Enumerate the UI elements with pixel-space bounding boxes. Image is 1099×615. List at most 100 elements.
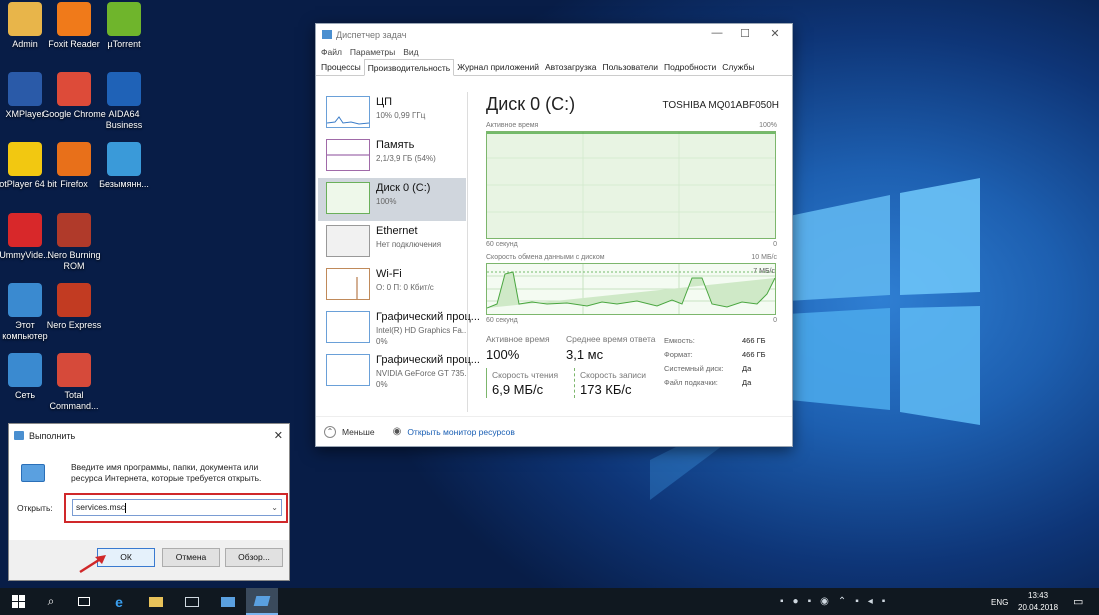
disk-model: TOSHIBA MQ01ABF050H [662,100,779,111]
tm-footer: ⌃ Меньше ◉ Открыть монитор ресурсов [316,416,792,446]
sidebar-item-label: Память [376,139,415,151]
clock-date[interactable]: 20.04.2018 [1018,603,1058,612]
read-speed-marker [486,368,487,398]
sidebar-item-cpu[interactable]: ЦП 10% 0,99 ГГц [318,92,466,135]
task-view-icon [78,597,90,606]
aida64-icon [107,72,141,106]
desktop-icon[interactable]: µTorrent [91,2,157,50]
sidebar-item-label: Wi-Fi [376,268,402,280]
sidebar-item-label: Графический проц... [376,354,480,366]
tab-processes[interactable]: Процессы [318,59,364,75]
transfer-graph-label: Скорость обмена данными с диском [486,254,605,261]
disk-detail-panel: Диск 0 (C:) TOSHIBA MQ01ABF050H Активное… [484,92,779,412]
run-open-label: Открыть: [17,503,53,513]
desktop-icon[interactable]: AIDA64 Business [91,72,157,131]
sidebar-item-label: Диск 0 (C:) [376,182,431,194]
desktop-icon-label: Безымянн... [99,179,149,189]
sidebar-item-ethernet[interactable]: Ethernet Нет подключения [318,221,466,264]
sidebar-item-label: ЦП [376,96,393,108]
tm-title: Диспетчер задач [336,29,407,40]
run-description: Введите имя программы, папки, документа … [71,462,262,483]
sidebar-item-sub: О: 0 П: 0 Кбит/с [376,283,434,292]
sidebar-item-wifi[interactable]: Wi-Fi О: 0 П: 0 Кбит/с [318,264,466,307]
start-button[interactable] [2,588,34,615]
sidebar-item-label: Ethernet [376,225,418,237]
taskbar-app-1[interactable] [176,588,208,615]
prop-format-label: Формат: [664,350,693,359]
desktop-icon-label: AIDA64 Business [105,109,143,130]
active-time-graph-max: 100% [759,122,777,129]
close-button[interactable]: ✕ [760,27,790,40]
prop-capacity-label: Емкость: [664,336,695,345]
taskbar-run[interactable] [246,588,278,615]
desktop-icon[interactable]: Total Command... [41,353,107,412]
sidebar-item-disk[interactable]: Диск 0 (C:) 100% [318,178,466,221]
taskbar-edge[interactable]: e [103,588,135,615]
language-indicator[interactable]: ENG [991,598,1008,607]
prop-pagefile-value: Да [742,378,752,387]
browse-button[interactable]: Обзор... [225,548,283,567]
taskbar-explorer[interactable] [140,588,172,615]
network-icon [8,353,42,387]
avg-response-value: 3,1 мс [566,347,604,362]
prop-system-disk-value: Да [742,364,752,373]
desktop-icon-label: Total Command... [49,390,99,411]
foxit-icon [57,2,91,36]
search-icon: ⌕ [47,594,55,608]
perf-sidebar: ЦП 10% 0,99 ГГц Память 2,1/3,9 ГБ (54%) … [318,92,480,412]
active-time-graph-xlabel: 60 секунд [486,241,518,248]
memory-thumbnail [326,139,370,171]
tab-performance[interactable]: Производительность [363,59,455,76]
tab-app-history[interactable]: Журнал приложений [454,59,542,75]
run-dialog: Выполнить ✕ Введите имя программы, папки… [8,423,290,581]
cancel-button[interactable]: Отмена [162,548,220,567]
task-view-button[interactable] [68,588,100,615]
menu-view[interactable]: Вид [403,47,418,57]
prop-system-disk-label: Системный диск: [664,364,724,373]
desktop-icon-label: Nero Express [46,320,102,330]
maximize-button[interactable]: ☐ [730,27,760,40]
transfer-graph-xlabel: 60 секунд [486,317,518,324]
menu-file[interactable]: Файл [321,47,342,57]
tab-services[interactable]: Службы [719,59,757,75]
transfer-graph-max: 10 МБ/с [751,254,777,261]
tray-icons: ▪●▪◉⌃▪◂▪ [780,596,895,607]
read-speed-label: Скорость чтения [492,370,559,380]
run-input[interactable]: services.msc ⌄ [72,499,282,516]
chrome-icon [57,72,91,106]
taskbar-app-2[interactable] [212,588,244,615]
tm-app-icon [322,30,332,39]
sidebar-item-sub: 100% [376,197,397,206]
sidebar-item-sub2: 0% [376,380,388,389]
notifications-icon[interactable]: ▭ [1073,595,1083,608]
clock-time[interactable]: 13:43 [1028,591,1048,600]
sidebar-item-gpu0[interactable]: Графический проц... Intel(R) HD Graphics… [318,307,480,350]
desktop: Admin Foxit Reader µTorrent XMPlayer Google … [0,0,1099,588]
desktop-icon[interactable]: Безымянн... [91,142,157,190]
run-program-icon [21,464,45,482]
sidebar-item-sub: Intel(R) HD Graphics Fa... [376,326,468,335]
transfer-graph-mid: 7 МБ/с [753,268,775,275]
computer-icon [8,283,42,317]
menu-options[interactable]: Параметры [350,47,395,57]
red-arrow-pointer [79,555,106,574]
tab-users[interactable]: Пользователи [600,59,661,75]
run-close-button[interactable]: ✕ [274,429,283,442]
desktop-icon[interactable]: Nero Burning ROM [41,213,107,272]
resource-monitor-link[interactable]: Открыть монитор ресурсов [407,427,515,437]
tab-details[interactable]: Подробности [661,59,719,75]
sidebar-item-gpu1[interactable]: Графический проц... NVIDIA GeForce GT 73… [318,350,480,393]
dropdown-chevron-icon[interactable]: ⌄ [271,500,278,515]
xmplayer-icon [8,72,42,106]
desktop-icon[interactable]: Nero Express [41,283,107,331]
fewer-details-icon[interactable]: ⌃ [324,425,336,438]
transfer-rate-graph [486,263,776,315]
tab-startup[interactable]: Автозагрузка [542,59,600,75]
minimize-button[interactable]: — [702,27,732,39]
wifi-thumbnail [326,268,370,300]
gpu1-thumbnail [326,354,370,386]
read-speed-value: 6,9 МБ/с [492,382,544,397]
sidebar-item-memory[interactable]: Память 2,1/3,9 ГБ (54%) [318,135,466,178]
search-button[interactable]: ⌕ [35,588,67,615]
fewer-details-link[interactable]: Меньше [342,427,375,437]
